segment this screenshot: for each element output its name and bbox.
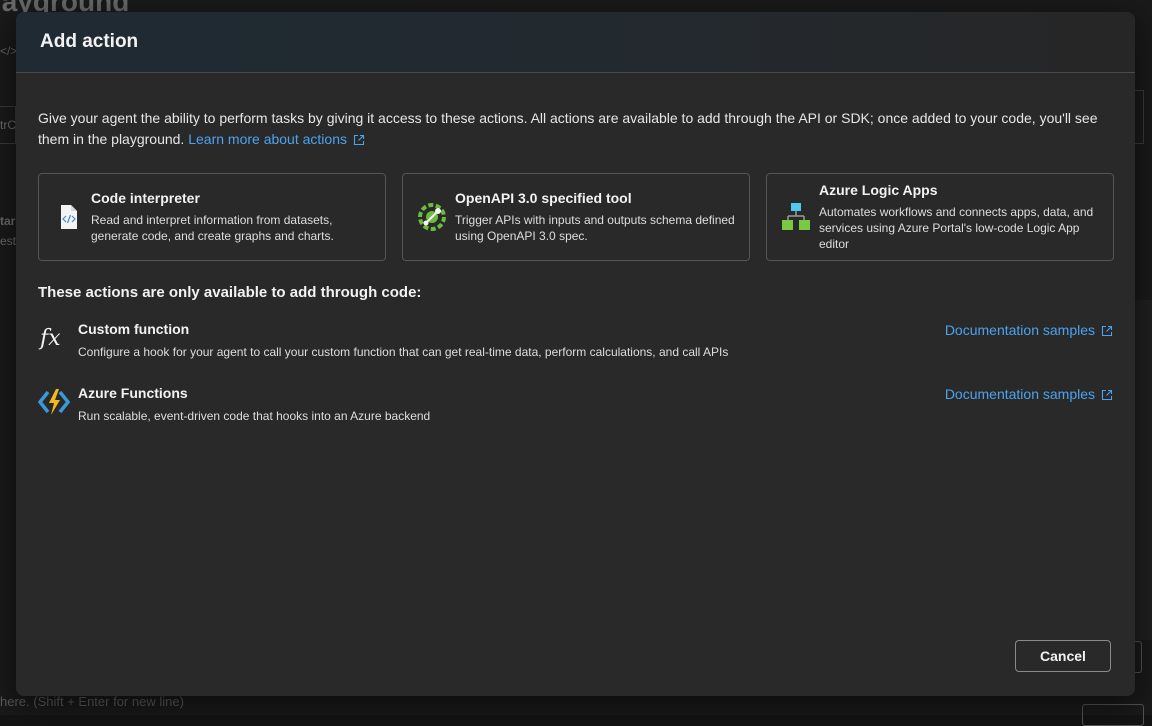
external-link-icon — [1101, 325, 1113, 337]
background-field-fragment: trC — [0, 118, 16, 132]
docs-link-label: Documentation samples — [944, 386, 1095, 402]
card-description: Trigger APIs with inputs and outputs sch… — [455, 213, 735, 243]
background-label-fragment: est — [0, 234, 17, 248]
card-description: Read and interpret information from data… — [91, 213, 334, 243]
azure-functions-icon — [38, 389, 70, 415]
card-title: OpenAPI 3.0 specified tool — [455, 190, 632, 206]
card-title: Azure Logic Apps — [819, 182, 938, 198]
svg-text:fx: fx — [38, 326, 61, 351]
function-fx-icon: fx — [38, 326, 61, 351]
code-only-section-title: These actions are only available to add … — [38, 284, 422, 301]
azure-functions-description: Run scalable, event-driven code that hoo… — [78, 409, 431, 423]
card-openapi-tool[interactable]: OpenAPI 3.0 specified tool Trigger APIs … — [402, 173, 750, 261]
card-azure-logic-apps[interactable]: Azure Logic Apps Automates workflows and… — [766, 173, 1114, 261]
custom-function-docs-link[interactable]: Documentation samples — [945, 322, 1113, 338]
background-code-icon: </> — [0, 44, 18, 58]
azure-functions-title: Azure Functions — [78, 385, 188, 401]
card-description: Automates workflows and connects apps, d… — [819, 205, 1094, 251]
azure-functions-docs-link[interactable]: Documentation samples — [945, 386, 1113, 402]
background-button — [1082, 704, 1144, 726]
logic-apps-icon — [782, 203, 810, 230]
add-action-dialog: Add action Give your agent the ability t… — [16, 12, 1135, 696]
docs-link-label: Documentation samples — [944, 322, 1095, 338]
dialog-header: Add action — [16, 12, 1135, 73]
code-file-icon — [61, 205, 77, 229]
external-link-icon — [353, 134, 365, 146]
background-chat-input: here. (Shift + Enter for new line) — [0, 694, 184, 709]
dialog-title: Add action — [40, 31, 139, 52]
intro-text-block: Give your agent the ability to perform t… — [38, 108, 1108, 150]
learn-more-link[interactable]: Learn more about actions — [188, 131, 365, 147]
card-code-interpreter[interactable]: Code interpreter Read and interpret info… — [38, 173, 386, 261]
custom-function-description: Configure a hook for your agent to call … — [78, 345, 729, 359]
learn-more-link-label: Learn more about actions — [188, 131, 347, 147]
cancel-button[interactable]: Cancel — [1015, 640, 1111, 672]
card-title: Code interpreter — [91, 190, 200, 206]
background-label-fragment: tar — [0, 214, 16, 228]
external-link-icon — [1101, 389, 1113, 401]
custom-function-title: Custom function — [78, 321, 190, 337]
openapi-icon — [418, 203, 446, 231]
